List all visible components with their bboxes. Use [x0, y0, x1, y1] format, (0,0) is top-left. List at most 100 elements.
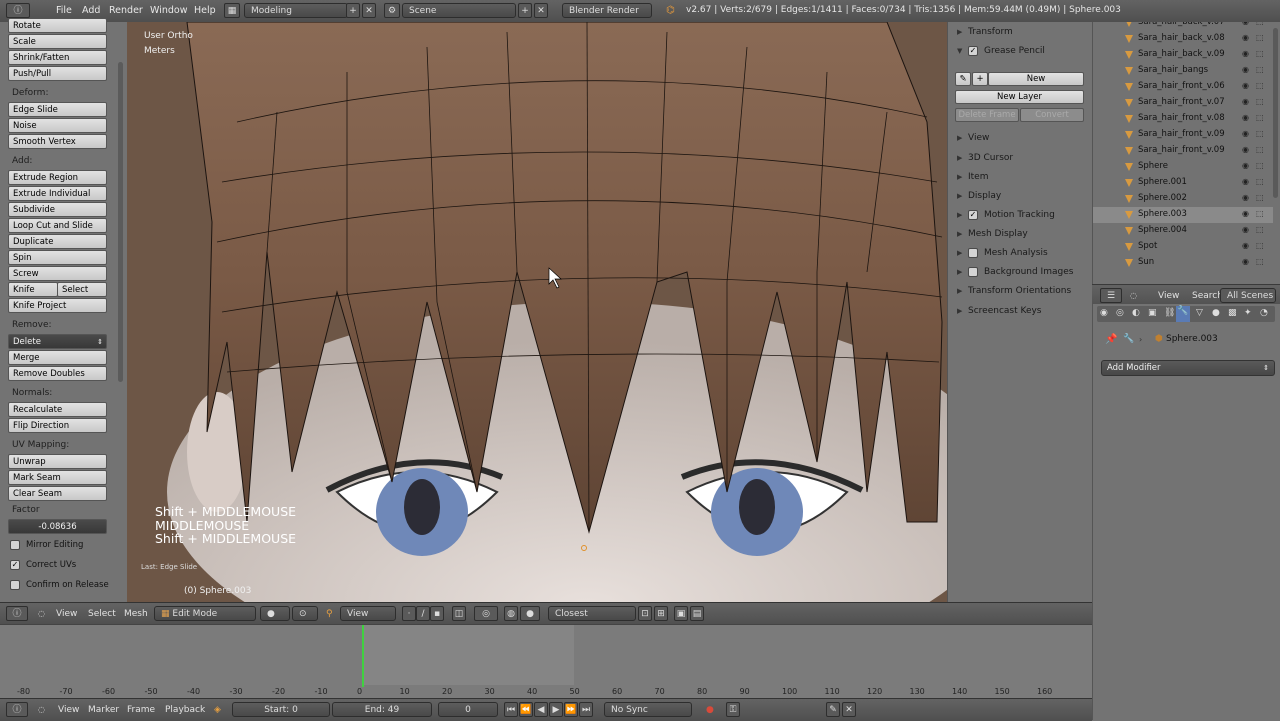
visibility-eye-icon[interactable]: ◉ [1242, 209, 1249, 218]
proportional-edit-icon[interactable]: ◎ [474, 606, 498, 621]
visibility-eye-icon[interactable]: ◉ [1242, 241, 1249, 250]
mirror-editing-checkbox[interactable] [10, 540, 20, 550]
display-header[interactable]: Display [968, 191, 1001, 201]
knife-button[interactable]: Knife [8, 282, 58, 297]
render-toggle-icon[interactable]: ⬚ [1256, 33, 1264, 42]
visibility-eye-icon[interactable]: ◉ [1242, 225, 1249, 234]
collapse-arrow-icon[interactable]: ▶ [957, 287, 962, 295]
smooth-vertex-button[interactable]: Smooth Vertex [8, 134, 107, 149]
edge-slide-button[interactable]: Edge Slide [8, 102, 107, 117]
visibility-eye-icon[interactable]: ◉ [1242, 81, 1249, 90]
outliner-row[interactable]: Sphere.003 ◉ ⬚ [1093, 207, 1273, 223]
recalculate-button[interactable]: Recalculate [8, 402, 107, 417]
add-scene-icon[interactable]: + [518, 3, 532, 18]
new-button[interactable]: New [988, 72, 1084, 86]
visibility-eye-icon[interactable]: ◉ [1242, 33, 1249, 42]
transform-orientation-dropdown[interactable]: View [340, 606, 396, 621]
extrude-individual-button[interactable]: Extrude Individual [8, 186, 107, 201]
viewport-mesh-menu[interactable]: Mesh [124, 609, 148, 619]
render-engine-field[interactable]: Blender Render [562, 3, 652, 18]
knife-select-button[interactable]: Select [57, 282, 107, 297]
collapse-arrow-icon[interactable]: ▶ [957, 173, 962, 181]
outliner-row[interactable]: Sara_hair_front_v.09 ◉ ⬚ [1093, 143, 1273, 159]
collapse-arrow-icon[interactable]: ▶ [957, 211, 962, 219]
delete-key-icon[interactable]: ✕ [842, 702, 856, 717]
outliner-row[interactable]: Sphere ◉ ⬚ [1093, 159, 1273, 175]
timeline-editor[interactable]: -80 -70 -60 -50 -40 -30 -20 -10 0 10 20 30 40 50 60 70 8… [0, 624, 1092, 699]
visibility-eye-icon[interactable]: ◉ [1242, 97, 1249, 106]
snap-target-icon[interactable]: ● [520, 606, 540, 621]
close-layout-icon[interactable]: ✕ [362, 3, 376, 18]
new-layer-button[interactable]: New Layer [955, 90, 1084, 104]
outliner-row[interactable]: Sara_hair_front_v.09 ◉ ⬚ [1093, 127, 1273, 143]
vertex-select-icon[interactable]: · [402, 606, 416, 621]
timeline-marker-menu[interactable]: Marker [88, 705, 119, 715]
render-toggle-icon[interactable]: ⬚ [1256, 161, 1264, 170]
physics-tab-icon[interactable]: ◔ [1260, 308, 1268, 318]
timeline-playback-menu[interactable]: Playback [165, 705, 205, 715]
transform-orientations-header[interactable]: Transform Orientations [968, 286, 1071, 296]
layout-grid-icon[interactable]: ▦ [224, 3, 240, 18]
start-frame-field[interactable]: Start: 0 [232, 702, 330, 717]
visibility-eye-icon[interactable]: ◉ [1242, 49, 1249, 58]
collapse-arrow-icon[interactable]: ▶ [957, 268, 962, 276]
remove-doubles-button[interactable]: Remove Doubles [8, 366, 107, 381]
render-toggle-icon[interactable]: ⬚ [1256, 225, 1264, 234]
world-tab-icon[interactable]: ◐ [1132, 308, 1140, 318]
correct-uvs-checkbox[interactable]: ✓ [10, 560, 20, 570]
delete-frame-button[interactable]: Delete Frame [955, 108, 1019, 122]
motion-tracking-header[interactable]: Motion Tracking [984, 210, 1055, 220]
data-tab-icon[interactable]: ▽ [1196, 308, 1203, 318]
render-toggle-icon[interactable]: ⬚ [1256, 257, 1264, 266]
duplicate-button[interactable]: Duplicate [8, 234, 107, 249]
tool-shelf-scrollbar[interactable] [118, 62, 123, 382]
collapse-arrow-icon[interactable]: ▶ [957, 134, 962, 142]
current-frame-marker[interactable] [362, 625, 364, 687]
keying-set-icon[interactable]: ⚿ [726, 702, 740, 717]
collapse-arrow-icon[interactable]: ▶ [957, 154, 962, 162]
outliner-row[interactable]: Sara_hair_back_v.07 ◉ ⬚ [1093, 22, 1273, 31]
visibility-eye-icon[interactable]: ◉ [1242, 22, 1249, 26]
add-modifier-dropdown[interactable]: Add Modifier ⇕ [1101, 360, 1275, 376]
transform-header[interactable]: Transform [968, 27, 1013, 37]
visibility-eye-icon[interactable]: ◉ [1242, 161, 1249, 170]
collapse-arrow-icon[interactable]: ▶ [957, 192, 962, 200]
menu-help[interactable]: Help [194, 5, 216, 16]
snap-icon[interactable]: ◍ [504, 606, 518, 621]
material-tab-icon[interactable]: ● [1212, 308, 1220, 318]
viewport-view-menu[interactable]: View [56, 609, 77, 619]
delete-dropdown[interactable]: Delete ⇕ [8, 334, 107, 349]
constraints-tab-icon[interactable]: ⛓ [1164, 308, 1175, 318]
flip-direction-button[interactable]: Flip Direction [8, 418, 107, 433]
insert-key-icon[interactable]: ✎ [826, 702, 840, 717]
menu-file[interactable]: File [56, 5, 72, 16]
menu-window[interactable]: Window [150, 5, 187, 16]
grease-pencil-checkbox[interactable]: ✓ [968, 46, 978, 56]
edge-select-icon[interactable]: / [416, 606, 430, 621]
pivot-dropdown[interactable]: ⊙ [292, 606, 318, 621]
prev-keyframe-icon[interactable]: ⏪ [519, 702, 533, 717]
timeline-frame-menu[interactable]: Frame [127, 705, 155, 715]
grease-pencil-header[interactable]: Grease Pencil [984, 46, 1045, 56]
merge-button[interactable]: Merge [8, 350, 107, 365]
cursor-header[interactable]: 3D Cursor [968, 153, 1013, 163]
render-toggle-icon[interactable]: ⬚ [1256, 22, 1264, 26]
editor-type-icon[interactable]: ⓘ [6, 3, 30, 18]
shrink-fatten-button[interactable]: Shrink/Fatten [8, 50, 107, 65]
render-toggle-icon[interactable]: ⬚ [1256, 49, 1264, 58]
subdivide-button[interactable]: Subdivide [8, 202, 107, 217]
screen-layout-field[interactable]: Modeling [244, 3, 348, 18]
collapse-arrow-icon[interactable]: ▶ [957, 230, 962, 238]
mesh-analysis-header[interactable]: Mesh Analysis [984, 248, 1048, 258]
visibility-eye-icon[interactable]: ◉ [1242, 113, 1249, 122]
pencil-icon[interactable]: ✎ [955, 72, 971, 86]
occlude-icon[interactable]: ◫ [452, 606, 466, 621]
outliner-row[interactable]: Sphere.004 ◉ ⬚ [1093, 223, 1273, 239]
close-scene-icon[interactable]: ✕ [534, 3, 548, 18]
render-toggle-icon[interactable]: ⬚ [1256, 193, 1264, 202]
outliner-scrollbar[interactable] [1273, 28, 1278, 198]
render-toggle-icon[interactable]: ⬚ [1256, 81, 1264, 90]
add-icon[interactable]: + [972, 72, 988, 86]
item-header[interactable]: Item [968, 172, 989, 182]
play-reverse-icon[interactable]: ◀ [534, 702, 548, 717]
